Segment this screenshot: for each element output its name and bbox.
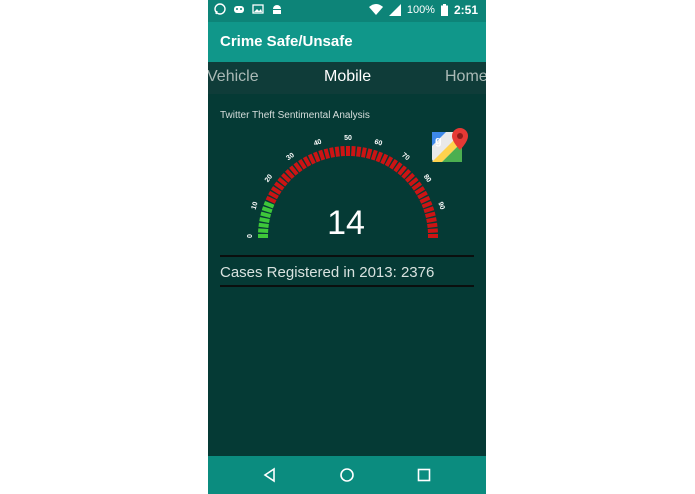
gauge-tick bbox=[384, 156, 394, 167]
battery-percent: 100% bbox=[406, 4, 435, 16]
gauge-tick bbox=[258, 222, 269, 228]
tab-bar: Vehicle Mobile Home bbox=[208, 62, 486, 94]
gauge-scale-label: 30 bbox=[285, 152, 296, 162]
gauge-tick bbox=[414, 186, 426, 195]
gauge-tick bbox=[417, 190, 428, 200]
app-title: Crime Safe/Unsafe bbox=[220, 33, 353, 50]
navigation-bar bbox=[208, 456, 486, 494]
gauge-tick bbox=[334, 146, 340, 157]
gauge-scale-label: 40 bbox=[313, 139, 323, 148]
gauge-tick bbox=[259, 217, 270, 223]
signal-icon bbox=[388, 4, 401, 16]
gauge-tick bbox=[307, 153, 316, 165]
cases-registered: Cases Registered in 2013: 2376 bbox=[220, 264, 435, 281]
pig-icon bbox=[234, 6, 244, 13]
gauge-tick bbox=[298, 158, 307, 170]
gauge-scale-label: 80 bbox=[422, 173, 432, 184]
gauge-tick bbox=[426, 217, 437, 223]
status-bar: 100% 2:51 bbox=[208, 0, 486, 22]
gauge-scale-label: 10 bbox=[251, 201, 260, 211]
gauge-tick bbox=[356, 146, 362, 157]
tab-mobile[interactable]: Mobile bbox=[324, 68, 371, 86]
gauge-tick bbox=[370, 149, 378, 161]
phone-screen: 100% 2:51 Crime Safe/Unsafe Vehicle Mobi… bbox=[208, 0, 486, 494]
home-icon[interactable] bbox=[339, 467, 355, 483]
tab-vehicle[interactable]: Vehicle bbox=[208, 68, 259, 86]
gauge-tick bbox=[365, 148, 373, 160]
android-icon bbox=[273, 5, 281, 14]
wifi-icon bbox=[368, 4, 383, 15]
gauge-tick bbox=[270, 186, 282, 195]
whatsapp-icon bbox=[214, 3, 226, 15]
gauge-tick bbox=[260, 211, 272, 219]
gauge-value: 14 bbox=[327, 204, 365, 242]
gauge-tick bbox=[261, 206, 273, 214]
main-content: Twitter Theft Sentimental Analysis g 0 10… bbox=[208, 94, 486, 456]
gauge-scale-label: 60 bbox=[373, 139, 383, 148]
app-bar: Crime Safe/Unsafe bbox=[208, 22, 486, 62]
gauge-tick bbox=[313, 151, 321, 163]
gauge-title: Twitter Theft Sentimental Analysis bbox=[220, 110, 370, 121]
gauge-tick bbox=[302, 156, 312, 167]
recents-icon[interactable] bbox=[416, 467, 432, 483]
image-icon bbox=[252, 4, 264, 14]
gauge-tick bbox=[421, 201, 433, 209]
gauge-tick bbox=[329, 147, 335, 158]
gauge-tick bbox=[318, 149, 326, 161]
gauge-tick bbox=[268, 190, 279, 200]
gauge-tick bbox=[419, 195, 431, 204]
divider bbox=[220, 285, 474, 287]
tab-home[interactable]: Home bbox=[445, 68, 486, 86]
back-icon[interactable] bbox=[262, 467, 278, 483]
gauge-tick bbox=[263, 201, 275, 209]
gauge-scale-label: 50 bbox=[344, 135, 352, 142]
gauge-scale-label: 70 bbox=[400, 152, 411, 162]
gauge-tick bbox=[389, 158, 398, 170]
gauge-scale-label: 0 bbox=[247, 234, 254, 238]
notification-icons bbox=[214, 3, 283, 15]
battery-icon bbox=[440, 4, 448, 16]
gauge-tick bbox=[258, 228, 269, 233]
gauge-tick bbox=[351, 146, 356, 157]
gauge-scale-label: 20 bbox=[264, 173, 274, 184]
gauge-tick bbox=[265, 195, 277, 204]
gauge-tick bbox=[424, 211, 436, 219]
gauge-tick bbox=[423, 206, 435, 214]
gauge-tick bbox=[361, 147, 367, 158]
gauge-tick bbox=[340, 146, 345, 157]
clock: 2:51 bbox=[453, 3, 478, 17]
system-icons: 100% 2:51 bbox=[368, 3, 478, 17]
gauge-scale-label: 90 bbox=[436, 201, 445, 211]
gauge-tick bbox=[375, 151, 383, 163]
gauge-tick bbox=[323, 148, 331, 160]
divider bbox=[220, 255, 474, 257]
gauge-tick bbox=[380, 153, 389, 165]
gauge-tick bbox=[427, 222, 438, 228]
gauge-tick bbox=[427, 228, 438, 233]
